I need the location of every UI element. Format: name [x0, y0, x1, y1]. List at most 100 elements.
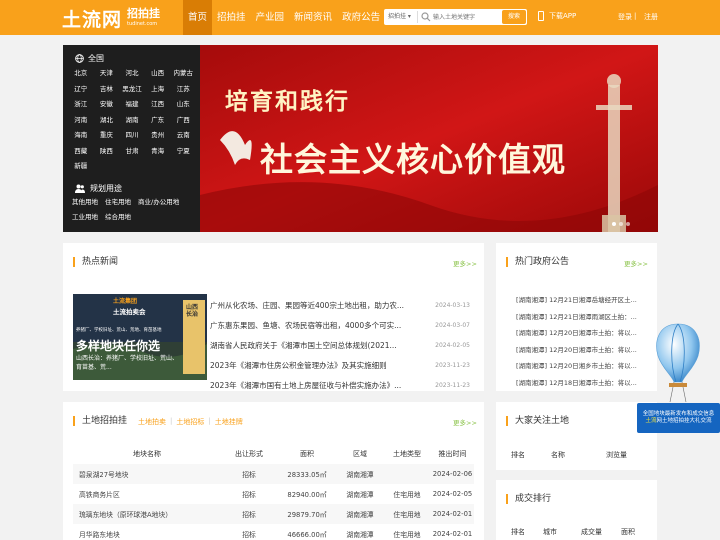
news-image-tag: 土流拍卖会	[113, 308, 146, 316]
province-link[interactable]: 广西	[170, 115, 196, 127]
table-row[interactable]: 琉璃东地块（原环球港A地块） 招标 29879.70㎡ 湖南湘潭 住宅用地 2024-02…	[73, 504, 474, 524]
plan-heading-label: 规划用途	[90, 184, 122, 193]
news-item[interactable]: 广州从化农场、庄园、果园等近400宗土地出租，助力农... 2024-03-13	[210, 296, 470, 316]
table-cell	[383, 464, 431, 484]
province-link[interactable]: 天津	[94, 68, 120, 80]
province-link[interactable]: 安徽	[94, 99, 120, 111]
carousel-dot[interactable]	[612, 222, 616, 226]
province-link[interactable]: 广东	[145, 115, 171, 127]
news-item[interactable]: 2023年《湘潭市国有土地上房屋征收与补偿实施办法》... 2023-11-23	[210, 375, 470, 395]
news-item[interactable]: 湖南省人民政府关于《湘潭市国土空间总体规划(2021... 2024-02-05	[210, 336, 470, 356]
nav-news[interactable]: 新闻资讯	[289, 0, 337, 35]
table-cell: 2024-02-06	[431, 464, 474, 484]
carousel-dot[interactable]	[626, 222, 630, 226]
table-cell: 月华路东地块	[79, 531, 120, 539]
province-list: 北京 天津 河北 山西 内蒙古辽宁 吉林 黑龙江 上海 江苏浙江 安徽 福建 江西 山东河南 湖北 湖南 广东…	[68, 68, 196, 173]
nav-auction[interactable]: 招拍挂	[212, 0, 251, 35]
search-button[interactable]: 搜索	[502, 10, 526, 24]
land-use-link[interactable]: 综合用地	[105, 212, 131, 223]
province-link[interactable]: 甘肃	[119, 146, 145, 158]
balloon-ad-banner[interactable]: 全国地块最新发布和成交信息 土流网土地招拍挂大礼交流	[637, 403, 720, 433]
province-link[interactable]: 西藏	[68, 146, 94, 158]
tab-land-listing[interactable]: 土地挂牌	[215, 417, 243, 427]
land-use-link[interactable]: 其他用地	[72, 197, 98, 208]
province-link[interactable]: 湖北	[94, 115, 120, 127]
gov-notice-item[interactable]: [湖南湘潭] 12月20日湘潭市土拍：将以...	[516, 342, 656, 359]
news-item[interactable]: 广东惠东果园、鱼塘、农场民宿等出租，4000多个可实... 2024-03-07	[210, 316, 470, 336]
tab-land-auction[interactable]: 土地拍卖	[138, 417, 166, 427]
news-image-side-label: 山西长治	[186, 304, 199, 318]
register-link[interactable]: 注册	[644, 12, 658, 22]
tab-separator: |	[170, 417, 173, 425]
carousel-dot[interactable]	[619, 222, 623, 226]
download-app-label: 下载APP	[549, 12, 577, 20]
table-row[interactable]: 碧泉湖27号地块 招标 28333.05㎡ 湖南湘潭 2024-02-06	[73, 464, 474, 484]
province-link[interactable]: 浙江	[68, 99, 94, 111]
table-cell: 湖南湘潭	[346, 531, 374, 539]
province-link[interactable]: 江西	[145, 99, 171, 111]
news-feature-image[interactable]: 土流集团 土流拍卖会 养猪厂、学校旧址、荒山、荒地、育苗基地 多样地块任你选 山…	[73, 294, 207, 380]
nav-gov-notice[interactable]: 政府公告	[337, 0, 385, 35]
gov-notice-item[interactable]: [湖南湘潭] 12月18日湘潭市土拍：将以...	[516, 375, 656, 392]
province-link[interactable]: 山东	[170, 99, 196, 111]
login-link[interactable]: 登录	[618, 12, 632, 22]
login-separator: |	[634, 12, 637, 20]
province-link[interactable]: 湖南	[119, 115, 145, 127]
news-item[interactable]: 2023年《湘潭市住房公积金管理办法》及其实施细则 2023-11-23	[210, 355, 470, 375]
province-link[interactable]: 吉林	[94, 84, 120, 96]
province-link[interactable]: 上海	[145, 84, 171, 96]
hot-news-more-link[interactable]: 更多>>	[453, 258, 477, 268]
province-link[interactable]: 福建	[119, 99, 145, 111]
gov-notice-item[interactable]: [湖南湘潭] 12月20日湘潭市土拍：将以...	[516, 325, 656, 342]
search-input[interactable]	[433, 10, 495, 24]
province-link[interactable]: 青海	[145, 146, 171, 158]
land-auction-more-link[interactable]: 更多>>	[453, 417, 477, 427]
gov-notice-more-link[interactable]: 更多>>	[624, 258, 648, 268]
col-land-type: 土地类型	[383, 444, 431, 464]
province-link[interactable]: 陕西	[94, 146, 120, 158]
news-item-title: 2023年《湘潭市住房公积金管理办法》及其实施细则	[210, 360, 387, 370]
province-link[interactable]: 山西	[145, 68, 171, 80]
province-link[interactable]: 辽宁	[68, 84, 94, 96]
news-item-date: 2023-11-23	[435, 381, 470, 389]
table-row[interactable]: 月华路东地块 招标 46666.00㎡ 湖南湘潭 住宅用地 2024-02-01	[73, 524, 474, 540]
gov-notice-list: [湖南湘潭] 12月21日湘潭岳塘经开区土... [湖南湘潭] 12月21日湘潭雨…	[516, 292, 656, 391]
province-link[interactable]: 江苏	[170, 84, 196, 96]
province-link[interactable]: 云南	[170, 130, 196, 142]
table-cell: 29879.70㎡	[277, 504, 337, 524]
gov-notice-item[interactable]: [湖南湘潭] 12月21日湘潭雨湖区土拍：...	[516, 309, 656, 326]
news-item-date: 2024-03-07	[435, 322, 470, 330]
province-link[interactable]: 四川	[119, 130, 145, 142]
province-link[interactable]: 宁夏	[170, 146, 196, 158]
search-type-select[interactable]: 招拍挂 ▾	[384, 11, 418, 23]
nav-home[interactable]: 首页	[183, 0, 213, 35]
province-link[interactable]: 重庆	[94, 130, 120, 142]
nav-industrial-park[interactable]: 产业园	[251, 0, 290, 35]
col-area: 面积	[277, 444, 337, 464]
province-link[interactable]: 新疆	[68, 161, 94, 173]
province-link[interactable]: 河南	[68, 115, 94, 127]
rank-col-area: 面积	[621, 528, 635, 536]
top-bar: 土流网 招拍挂 tudinet.com 首页 招拍挂 产业园 新闻资讯 政府公告…	[0, 0, 720, 35]
province-link[interactable]: 河北	[119, 68, 145, 80]
province-link[interactable]: 黑龙江	[119, 84, 145, 96]
land-use-link[interactable]: 商业/办公用地	[138, 197, 179, 208]
hero-banner[interactable]: 培育和践行 社会主义核心价值观	[200, 45, 658, 232]
land-use-link[interactable]: 工业用地	[72, 212, 98, 223]
logo-sub-cn: 招拍挂	[127, 7, 161, 20]
site-logo[interactable]: 土流网 招拍挂 tudinet.com	[62, 5, 160, 31]
table-cell: 28333.05㎡	[277, 464, 337, 484]
gov-notice-item[interactable]: [湖南湘潭] 12月21日湘潭岳塘经开区土...	[516, 292, 656, 309]
land-use-link[interactable]: 住宅用地	[105, 197, 131, 208]
province-link[interactable]: 贵州	[145, 130, 171, 142]
tab-land-tender[interactable]: 土地招标	[176, 417, 204, 427]
table-row[interactable]: 高铁商务片区 招标 82940.00㎡ 湖南湘潭 住宅用地 2024-02-05	[73, 484, 474, 504]
land-auction-table: 地块名称 出让形式 面积 区域 土地类型 推出时间 碧泉湖27号地块 招标 2833…	[73, 444, 474, 540]
province-link[interactable]: 海南	[68, 130, 94, 142]
province-link[interactable]: 内蒙古	[170, 68, 196, 80]
download-app-link[interactable]: 下载APP	[538, 11, 576, 21]
province-link[interactable]: 北京	[68, 68, 94, 80]
region-heading-label: 全国	[88, 54, 104, 63]
gov-notice-item[interactable]: [湖南湘潭] 12月20日湘乡市土拍：将以...	[516, 358, 656, 375]
region-heading[interactable]: 全国	[75, 53, 104, 64]
